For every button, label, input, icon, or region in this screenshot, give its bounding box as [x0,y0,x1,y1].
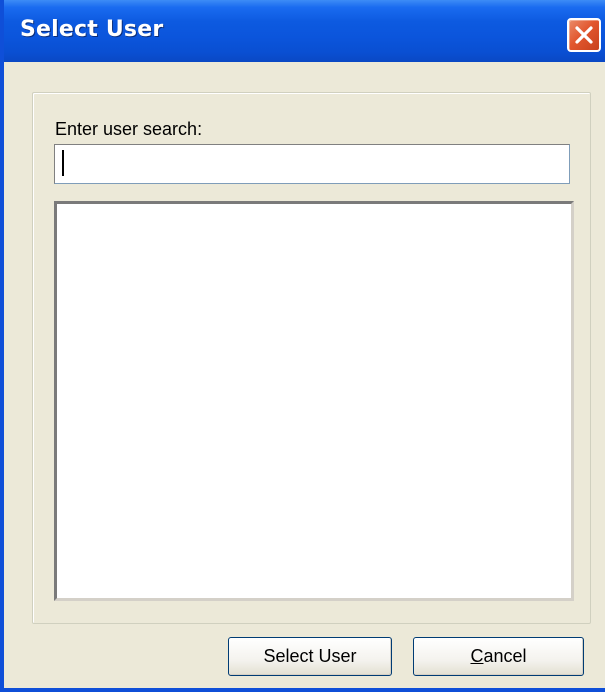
close-button[interactable] [567,18,601,52]
user-results-list[interactable] [54,201,574,601]
cancel-mnemonic: C [470,646,484,666]
search-label: Enter user search: [55,119,203,139]
dialog-body: Enter user search: Select User Cancel [8,62,605,688]
cancel-button[interactable]: Cancel [413,637,584,676]
user-search-input[interactable] [54,144,570,184]
window-title: Select User [20,17,164,42]
title-bar[interactable]: Select User [4,0,605,62]
cancel-label-rest: ancel [483,646,527,666]
close-icon [575,26,593,44]
select-user-button[interactable]: Select User [228,637,392,676]
select-user-dialog: Select User Enter user search: Select Us… [0,0,605,692]
text-caret [62,150,64,176]
